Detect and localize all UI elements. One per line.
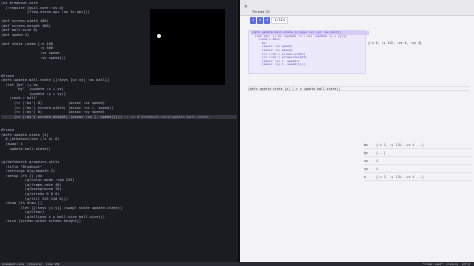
tab-2[interactable]: 2 bbox=[257, 17, 264, 24]
frame-code-line[interactable]: (assoc :vy (- speed))))) bbox=[251, 63, 369, 67]
local-value: {:x 3, :y 110, :vx 4 ...} bbox=[376, 175, 424, 179]
tab-1[interactable]: 1 bbox=[250, 17, 257, 24]
status-left: breakout.core (Clojure) line 132 bbox=[2, 262, 60, 266]
local-name: bx bbox=[364, 143, 368, 147]
status-right: *cider-repl* clojure utf-8 bbox=[422, 262, 470, 266]
debugger-tabs: 1 2 3 1/324 bbox=[250, 17, 288, 24]
locals-table: bx {:x 3, :y 110, :vx 4 ...} by {...} vx 4 vy 4… bbox=[364, 141, 472, 181]
local-value: {:x 3, :y 110, :vx 4 ...} bbox=[376, 143, 424, 147]
thread-label: Thread 32 bbox=[252, 10, 270, 14]
locals-row[interactable]: s {:x 3, :y 110, :vx 4 ...} bbox=[364, 173, 472, 181]
frame-code: (defn update-ball-state [{:keys [vx vy] … bbox=[251, 31, 369, 67]
locals-row[interactable]: vy 4 bbox=[364, 165, 472, 173]
close-icon[interactable]: ✕ bbox=[244, 3, 248, 10]
local-name: s bbox=[364, 175, 366, 179]
local-name: vx bbox=[364, 159, 368, 163]
local-name: by bbox=[364, 151, 368, 155]
local-value: 4 bbox=[376, 159, 378, 163]
step-counter[interactable]: 1/324 bbox=[271, 17, 288, 24]
ball bbox=[157, 34, 161, 38]
code-line[interactable]: (>= (:by') screen-height) (assoc :vy (- … bbox=[1, 114, 237, 120]
debugger-toolbar: ✕ Thread 32 bbox=[240, 0, 474, 16]
sketch-canvas bbox=[150, 9, 225, 85]
code-line[interactable]: :size [screen-width screen-height]) bbox=[1, 219, 237, 224]
local-value: 4 bbox=[376, 167, 378, 171]
status-bar: breakout.core (Clojure) line 132 *cider-… bbox=[0, 262, 474, 266]
tab-3[interactable]: 3 bbox=[264, 17, 271, 24]
locals-row[interactable]: bx {:x 3, :y 110, :vx 4 ...} bbox=[364, 141, 472, 149]
frame-summary: {:x 4, :y 112, :vx 4, :vy 4} bbox=[368, 41, 422, 45]
inline-eval-result: ;; => #'breakout.core/update-ball-state bbox=[124, 114, 209, 119]
debugger-panel: ✕ Thread 32 1 2 3 1/324 (defn update-bal… bbox=[240, 0, 474, 262]
local-name: vy bbox=[364, 167, 368, 171]
locals-row[interactable]: by {...} bbox=[364, 149, 472, 157]
locals-row[interactable]: vx 4 bbox=[364, 157, 472, 165]
eval-row[interactable]: (defn update-state [s] (-> s update-ball… bbox=[248, 86, 470, 91]
local-value: {...} bbox=[376, 151, 386, 155]
